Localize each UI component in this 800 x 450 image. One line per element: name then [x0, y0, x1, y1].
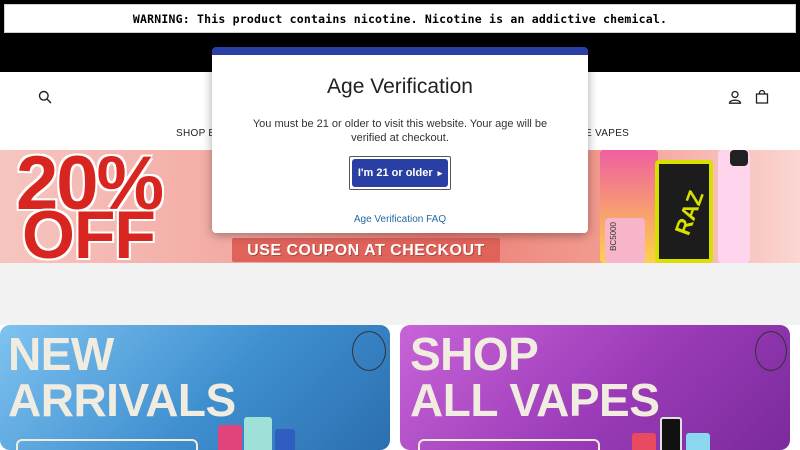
- confirm-button-focus-ring: I'm 21 or older ▸: [349, 156, 451, 190]
- modal-body-text: You must be 21 or older to visit this we…: [252, 118, 548, 144]
- age-verification-faq-link[interactable]: Age Verification FAQ: [212, 214, 588, 225]
- age-verification-modal: Age Verification You must be 21 or older…: [212, 47, 588, 233]
- modal-title: Age Verification: [327, 75, 473, 98]
- confirm-age-label: I'm 21 or older: [357, 167, 433, 179]
- chevron-right-icon: ▸: [437, 167, 443, 178]
- confirm-age-button[interactable]: I'm 21 or older ▸: [352, 159, 448, 187]
